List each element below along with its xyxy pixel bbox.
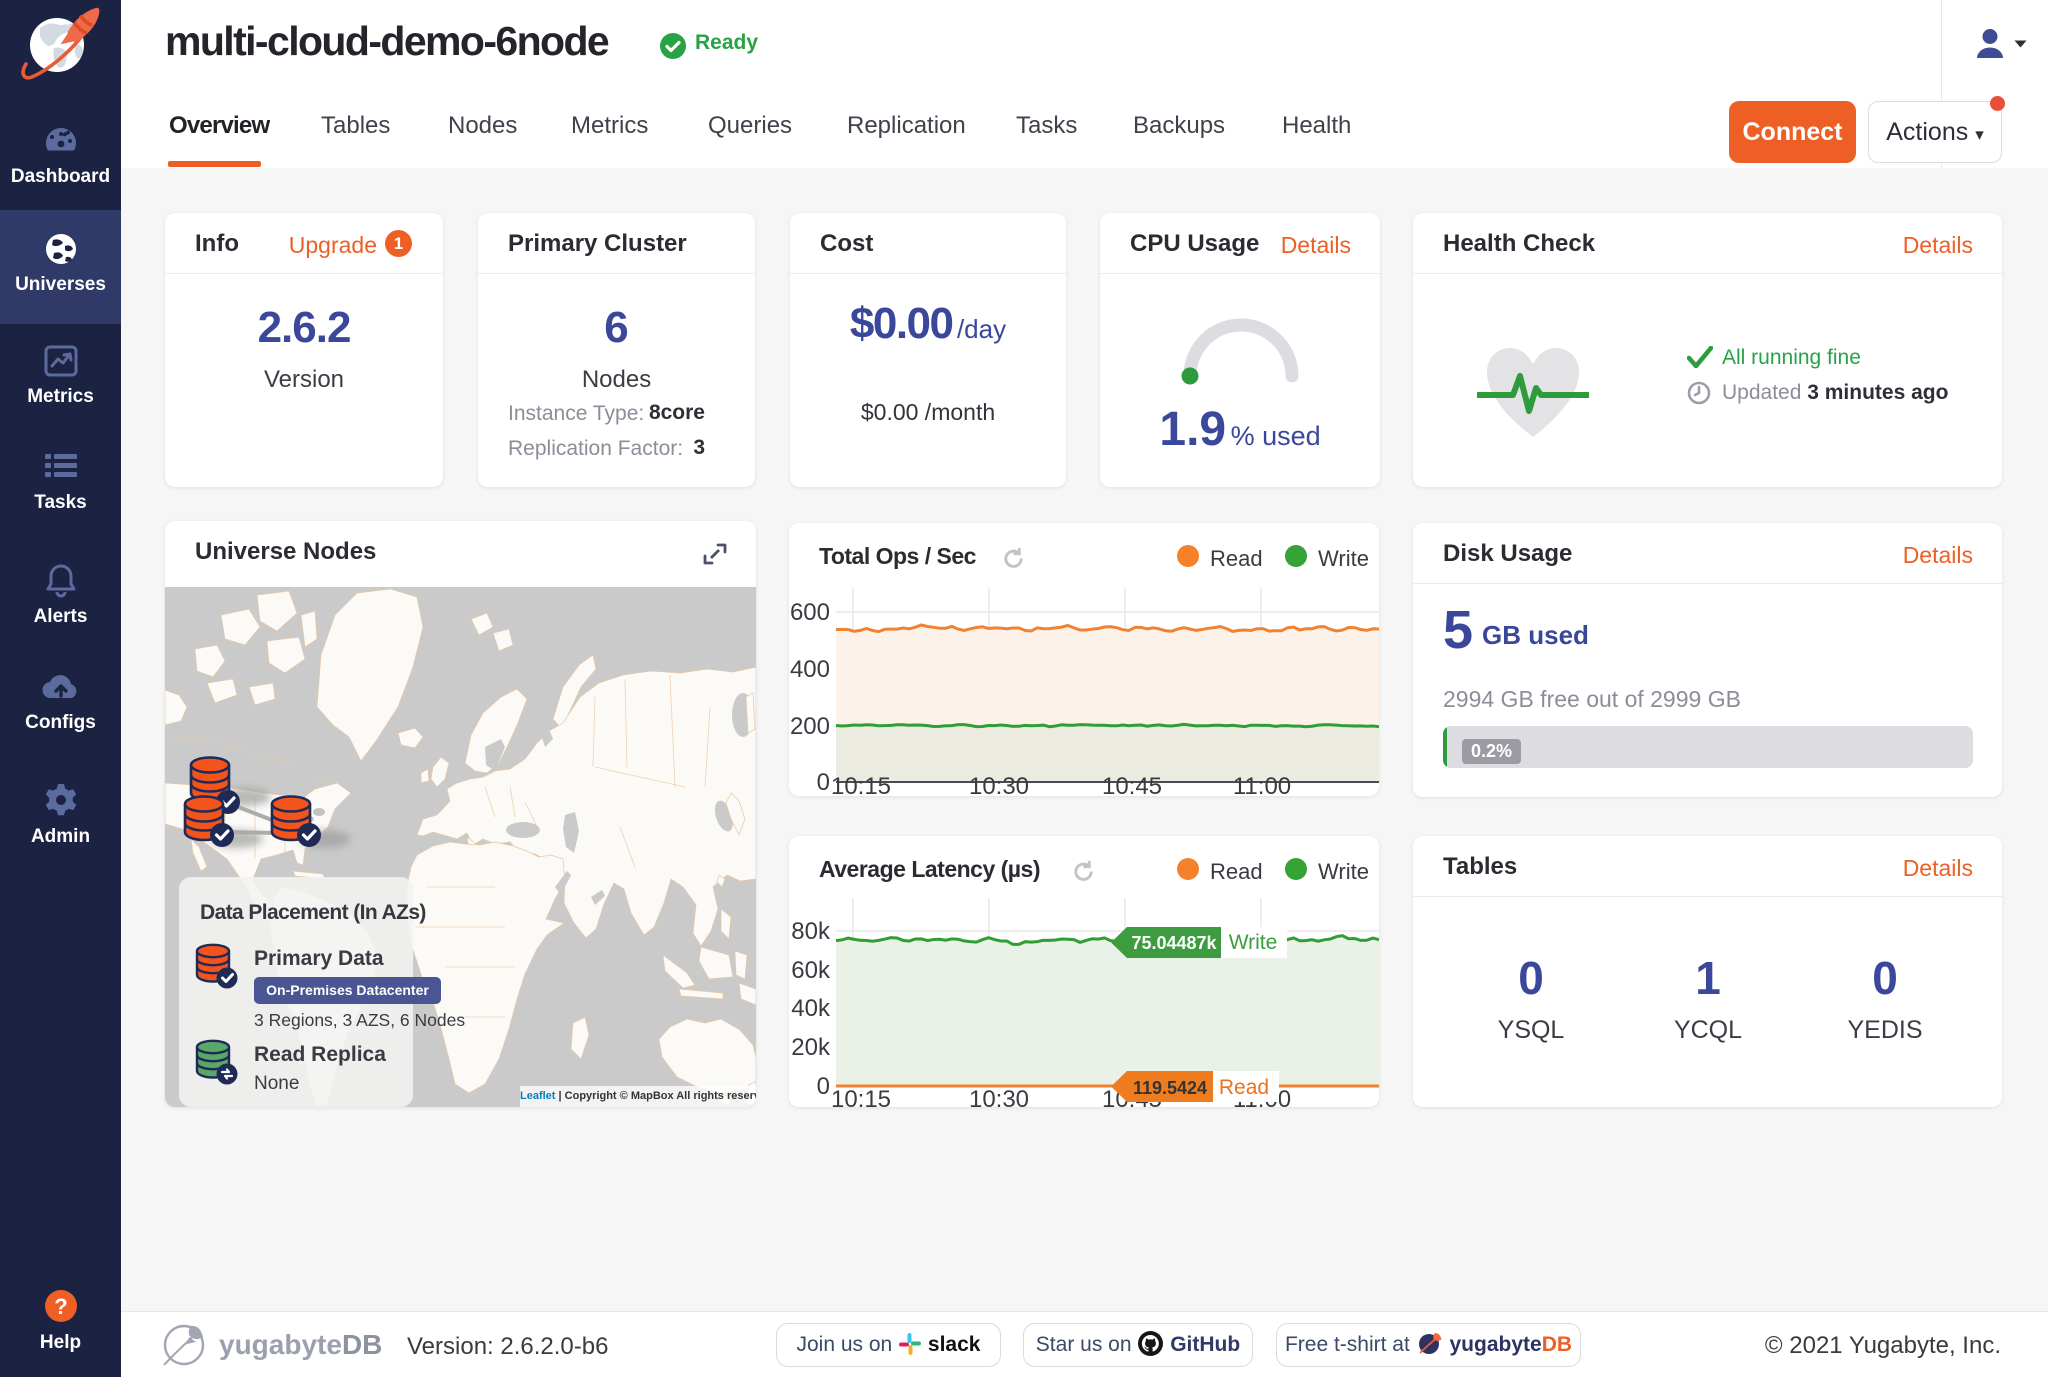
svg-text:0: 0 [817, 769, 830, 796]
svg-text:60k: 60k [791, 957, 831, 984]
svg-text:Read: Read [1219, 1076, 1269, 1099]
svg-text:10:15: 10:15 [831, 1086, 891, 1107]
svg-text:0: 0 [817, 1073, 830, 1100]
svg-text:10:30: 10:30 [969, 1086, 1029, 1107]
svg-text:400: 400 [790, 656, 830, 683]
svg-text:20k: 20k [791, 1034, 831, 1061]
svg-text:10:45: 10:45 [1102, 773, 1162, 796]
svg-text:Write: Write [1229, 931, 1278, 954]
svg-text:80k: 80k [791, 918, 831, 945]
svg-text:200: 200 [790, 713, 830, 740]
svg-text:75.04487k: 75.04487k [1131, 933, 1217, 953]
svg-text:119.5424: 119.5424 [1133, 1078, 1207, 1098]
svg-text:?: ? [54, 1294, 67, 1319]
svg-text:11:00: 11:00 [1233, 773, 1291, 796]
svg-text:10:30: 10:30 [969, 773, 1029, 796]
svg-text:10:15: 10:15 [831, 773, 891, 796]
svg-text:40k: 40k [791, 995, 831, 1022]
svg-text:600: 600 [790, 599, 830, 626]
